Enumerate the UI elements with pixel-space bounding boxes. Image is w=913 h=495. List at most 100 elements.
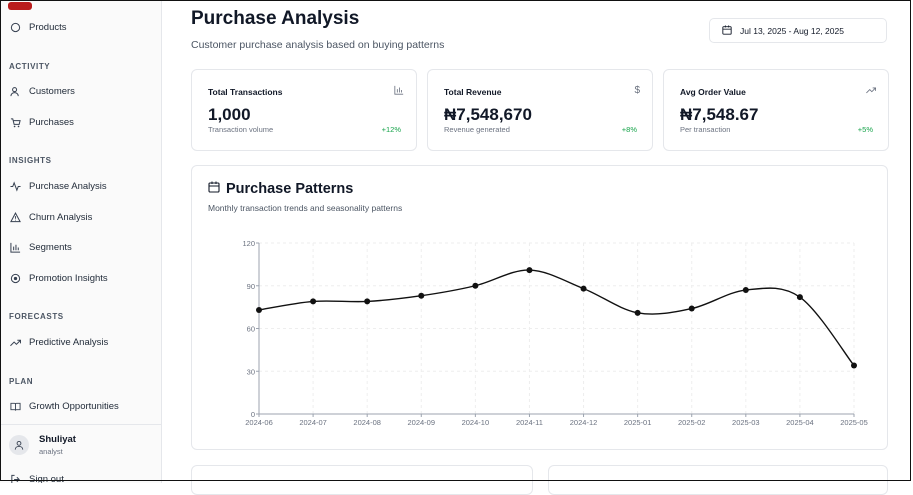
trend-up-icon	[866, 85, 876, 98]
brand-logo[interactable]	[8, 2, 32, 10]
stat-value: ₦7,548.67	[680, 105, 759, 124]
bottom-card-right	[548, 465, 888, 495]
stat-card-revenue: Total Revenue $ ₦7,548,670 Revenue gener…	[427, 69, 653, 151]
purchase-patterns-card: 0 30 60 90 120 2024-06 2024-07 2024-08 2024-09 20…	[191, 165, 888, 450]
sidebar-item-products[interactable]: Products	[9, 21, 67, 33]
sidebar-item-label: Purchases	[29, 116, 74, 128]
data-point	[310, 298, 317, 305]
sidebar-item-label: Products	[29, 21, 67, 33]
stat-sub: Per transaction	[680, 125, 731, 134]
users-icon	[9, 85, 21, 97]
x-tick-label: 2025-01	[624, 418, 652, 427]
x-tick-label: 2025-04	[786, 418, 814, 427]
user-icon	[9, 435, 29, 455]
section-title-forecasts: FORECASTS	[9, 312, 64, 321]
x-tick-label: 2024-11	[516, 418, 543, 427]
data-point	[851, 362, 857, 369]
x-tick-label: 2024-10	[462, 418, 490, 427]
user-role: analyst	[39, 447, 63, 456]
chart-title-text: Purchase Patterns	[226, 181, 354, 197]
trend-up-icon	[9, 336, 21, 348]
data-point	[364, 298, 371, 305]
data-point	[688, 305, 695, 312]
sidebar-item-purchase-analysis[interactable]: Purchase Analysis	[9, 180, 107, 192]
calendar-icon	[208, 181, 220, 197]
date-range-picker[interactable]: Jul 13, 2025 - Aug 12, 2025	[709, 18, 887, 43]
data-point	[580, 285, 587, 292]
sidebar-item-purchases[interactable]: Purchases	[9, 116, 74, 128]
stat-card-transactions: Total Transactions 1,000 Transaction vol…	[191, 69, 417, 151]
page-subtitle: Customer purchase analysis based on buyi…	[191, 39, 445, 51]
bottom-card-left	[191, 465, 533, 495]
series-line	[258, 269, 855, 366]
data-point	[256, 306, 262, 313]
sidebar-item-growth-opportunities[interactable]: Growth Opportunities	[9, 400, 119, 412]
sidebar-item-label: Segments	[29, 241, 72, 253]
user-name: Shuliyat	[39, 434, 76, 445]
stat-change: +8%	[621, 125, 637, 134]
sidebar-item-customers[interactable]: Customers	[9, 85, 75, 97]
x-tick-label: 2024-09	[408, 418, 436, 427]
sidebar-item-label: Customers	[29, 85, 75, 97]
sidebar-divider	[0, 424, 161, 425]
y-tick-label: 60	[247, 325, 255, 334]
data-point	[418, 292, 425, 299]
sign-out-label: Sign out	[29, 473, 64, 484]
data-point	[796, 294, 803, 301]
sidebar-item-label: Purchase Analysis	[29, 180, 107, 192]
dollar-icon: $	[634, 85, 640, 96]
sidebar-item-segments[interactable]: Segments	[9, 241, 72, 253]
section-title-insights: INSIGHTS	[9, 156, 52, 165]
data-point	[526, 267, 533, 274]
sidebar-item-label: Predictive Analysis	[29, 336, 109, 348]
activity-icon	[9, 180, 21, 192]
y-tick-label: 120	[242, 239, 255, 248]
sidebar-item-label: Growth Opportunities	[29, 400, 119, 412]
data-point	[742, 287, 749, 294]
x-tick-label: 2025-02	[678, 418, 706, 427]
stat-sub: Transaction volume	[208, 125, 274, 134]
x-tick-label: 2025-03	[732, 418, 760, 427]
sign-out-button[interactable]: Sign out	[9, 473, 64, 483]
y-tick-label: 90	[247, 282, 255, 291]
section-title-plan: PLAN	[9, 377, 34, 386]
stat-value: ₦7,548,670	[444, 105, 532, 124]
user-profile[interactable]: Shuliyat analyst	[9, 434, 76, 456]
y-tick-label: 30	[247, 367, 255, 376]
sidebar-item-label: Churn Analysis	[29, 211, 93, 223]
x-tick-label: 2025-05	[840, 418, 868, 427]
bar-chart-icon	[9, 241, 21, 253]
stat-label: Total Transactions	[208, 87, 283, 97]
stat-change: +12%	[381, 125, 401, 134]
box-icon	[9, 21, 21, 33]
x-tick-label: 2024-08	[353, 418, 381, 427]
x-tick-label: 2024-12	[570, 418, 598, 427]
warning-icon	[9, 211, 21, 223]
bar-chart-icon	[394, 85, 404, 98]
date-range-label: Jul 13, 2025 - Aug 12, 2025	[740, 25, 844, 36]
stat-change: +5%	[857, 125, 873, 134]
sidebar-item-predictive-analysis[interactable]: Predictive Analysis	[9, 336, 108, 348]
stat-card-avg-order: Avg Order Value ₦7,548.67 Per transactio…	[663, 69, 889, 151]
stat-label: Avg Order Value	[680, 87, 746, 97]
cart-icon	[9, 116, 21, 128]
logout-icon	[9, 473, 21, 483]
chart-title: Purchase Patterns	[208, 181, 353, 197]
gear-icon	[9, 272, 21, 284]
stat-label: Total Revenue	[444, 87, 502, 97]
section-title-activity: ACTIVITY	[9, 62, 51, 71]
x-tick-label: 2024-06	[245, 418, 273, 427]
stat-value: 1,000	[208, 105, 251, 124]
sidebar: Products ACTIVITY Customers Purchases IN…	[0, 0, 162, 483]
chart-subtitle: Monthly transaction trends and seasonali…	[208, 203, 403, 213]
sidebar-item-churn-analysis[interactable]: Churn Analysis	[9, 211, 92, 223]
calendar-icon	[722, 24, 732, 37]
page-title: Purchase Analysis	[191, 8, 360, 29]
x-tick-label: 2024-07	[299, 418, 327, 427]
sidebar-item-promotion-insights[interactable]: Promotion Insights	[9, 272, 108, 284]
data-point	[634, 309, 641, 316]
sidebar-item-label: Promotion Insights	[29, 272, 108, 284]
book-icon	[9, 400, 21, 412]
data-point	[472, 282, 479, 289]
main-content: Purchase Analysis Customer purchase anal…	[163, 0, 913, 495]
